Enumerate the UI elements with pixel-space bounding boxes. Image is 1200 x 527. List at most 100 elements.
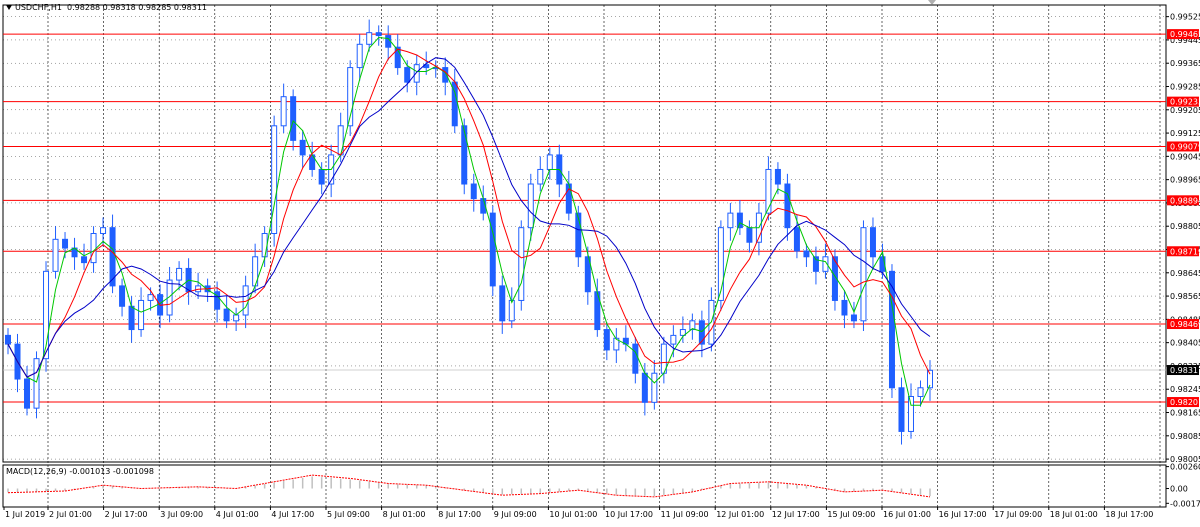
candle-body[interactable] [784,183,791,229]
macd-panel-frame [2,464,1167,508]
x-tick-label: 1 Jul 2019 [5,510,45,519]
x-tick-label: 15 Jul 09:00 [827,510,875,519]
candle-body[interactable] [736,212,743,229]
candle-body[interactable] [917,387,924,398]
candle-body[interactable] [470,183,477,200]
symbol-name: USDCHF,H1 [15,3,62,12]
candle-body[interactable] [90,233,97,264]
candle-body[interactable] [5,334,11,345]
candle-body[interactable] [603,329,610,351]
y-tick-label: 0.98965 [1170,176,1200,185]
candle-body[interactable] [860,227,867,322]
candle-body[interactable] [62,238,69,249]
candle-body[interactable] [24,378,31,409]
moving-average-mid-line [7,48,931,378]
chart-window[interactable]: 0.99525 0.99445 0.99365 0.99285 0.99205 0.991… [0,0,1200,523]
candle-body[interactable] [356,43,363,69]
candle-body[interactable] [119,285,126,307]
x-tick-label: 16 Jul 17:00 [939,510,987,519]
current-price-label: 0.98311 [1170,366,1200,375]
y-tick-label: 0.99365 [1170,59,1200,68]
candle-body[interactable] [147,294,154,301]
candle-body[interactable] [52,238,59,272]
price-level-label: 0.99079 [1170,142,1200,151]
candle-body[interactable] [670,334,677,345]
y-tick-label: 0.98645 [1170,269,1200,278]
x-tick-label: 4 Jul 01:00 [216,510,259,519]
candle-body[interactable] [537,168,544,185]
y-tick-label: 0.99205 [1170,106,1200,115]
candle-body[interactable] [803,250,810,258]
x-tick-label: 10 Jul 17:00 [605,510,653,519]
candle-body[interactable] [404,67,411,83]
y-tick-label: 0.99525 [1170,13,1200,22]
y-tick-label: 0.99045 [1170,152,1200,161]
price-level-label: 0.98719 [1170,247,1200,256]
x-tick-label: 18 Jul 01:00 [1050,510,1098,519]
y-tick-label: 0.98805 [1170,222,1200,231]
shift-marker-icon[interactable] [928,0,936,5]
candle-body[interactable] [33,358,40,409]
x-tick-label: 9 Jul 09:00 [494,510,537,519]
candle-body[interactable] [100,227,107,235]
candle-body[interactable] [366,32,373,45]
candle-body[interactable] [138,299,145,331]
macd-tick-label: 0.00 [1170,485,1188,494]
candle-body[interactable] [233,314,240,322]
x-tick-label: 12 Jul 01:00 [716,510,764,519]
dropdown-triangle-icon[interactable] [6,5,12,10]
x-tick-label: 2 Jul 17:00 [105,510,148,519]
candle-body[interactable] [413,64,420,83]
x-tick-label: 5 Jul 09:00 [327,510,370,519]
candle-body[interactable] [527,183,534,229]
candle-body[interactable] [461,125,468,185]
candle-body[interactable] [299,139,306,156]
x-tick-label: 2 Jul 01:00 [49,510,92,519]
candle-body[interactable] [318,168,325,185]
candle-body[interactable] [746,227,753,243]
candle-body[interactable] [81,256,88,264]
y-tick-label: 0.99285 [1170,83,1200,92]
price-level-label: 0.99233 [1170,98,1200,107]
candle-body[interactable] [774,168,781,185]
x-tick-label: 4 Jul 17:00 [271,510,314,519]
macd-indicator-values: -0.001013 -0.001098 [69,467,154,476]
candle-body[interactable] [176,267,183,281]
candle-body[interactable] [375,32,382,37]
y-tick-label: 0.98565 [1170,292,1200,301]
chart-canvas[interactable]: 0.995250.994450.993650.992850.992050.991… [0,0,1200,523]
x-tick-label: 16 Jul 01:00 [883,510,931,519]
x-tick-label: 8 Jul 01:00 [383,510,426,519]
candle-body[interactable] [223,308,230,322]
candle-body[interactable] [907,396,914,432]
candle-body[interactable] [489,212,496,287]
candle-body[interactable] [727,212,734,229]
moving-average-slow-line [7,57,931,378]
candle-body[interactable] [841,299,848,316]
candle-body[interactable] [765,168,772,214]
macd-info: MACD(12,26,9) -0.001013 -0.001098 [6,467,154,476]
symbol-info: USDCHF,H1 0.98288 0.98318 0.98285 0.9831… [6,3,207,12]
candle-body[interactable] [128,305,135,331]
candle-body[interactable] [641,372,648,403]
candle-body[interactable] [898,387,905,432]
candle-body[interactable] [869,227,876,258]
x-tick-label: 17 Jul 09:00 [994,510,1042,519]
macd-signal-line [7,474,931,498]
candle-body[interactable] [280,96,287,127]
candle-body[interactable] [632,343,639,374]
candle-body[interactable] [850,314,857,322]
candle-body[interactable] [518,227,525,301]
macd-tick-label: -0.001761 [1170,499,1200,508]
candle-body[interactable] [337,125,344,156]
y-tick-label: 0.98085 [1170,432,1200,441]
candle-body[interactable] [546,154,553,170]
candle-body[interactable] [651,372,658,403]
candle-body[interactable] [442,67,449,83]
x-tick-label: 3 Jul 09:00 [160,510,203,519]
candle-body[interactable] [290,96,297,141]
candle-body[interactable] [793,227,800,252]
candle-body[interactable] [261,233,268,258]
candle-body[interactable] [499,285,506,322]
price-level-label: 0.98894 [1170,196,1200,205]
